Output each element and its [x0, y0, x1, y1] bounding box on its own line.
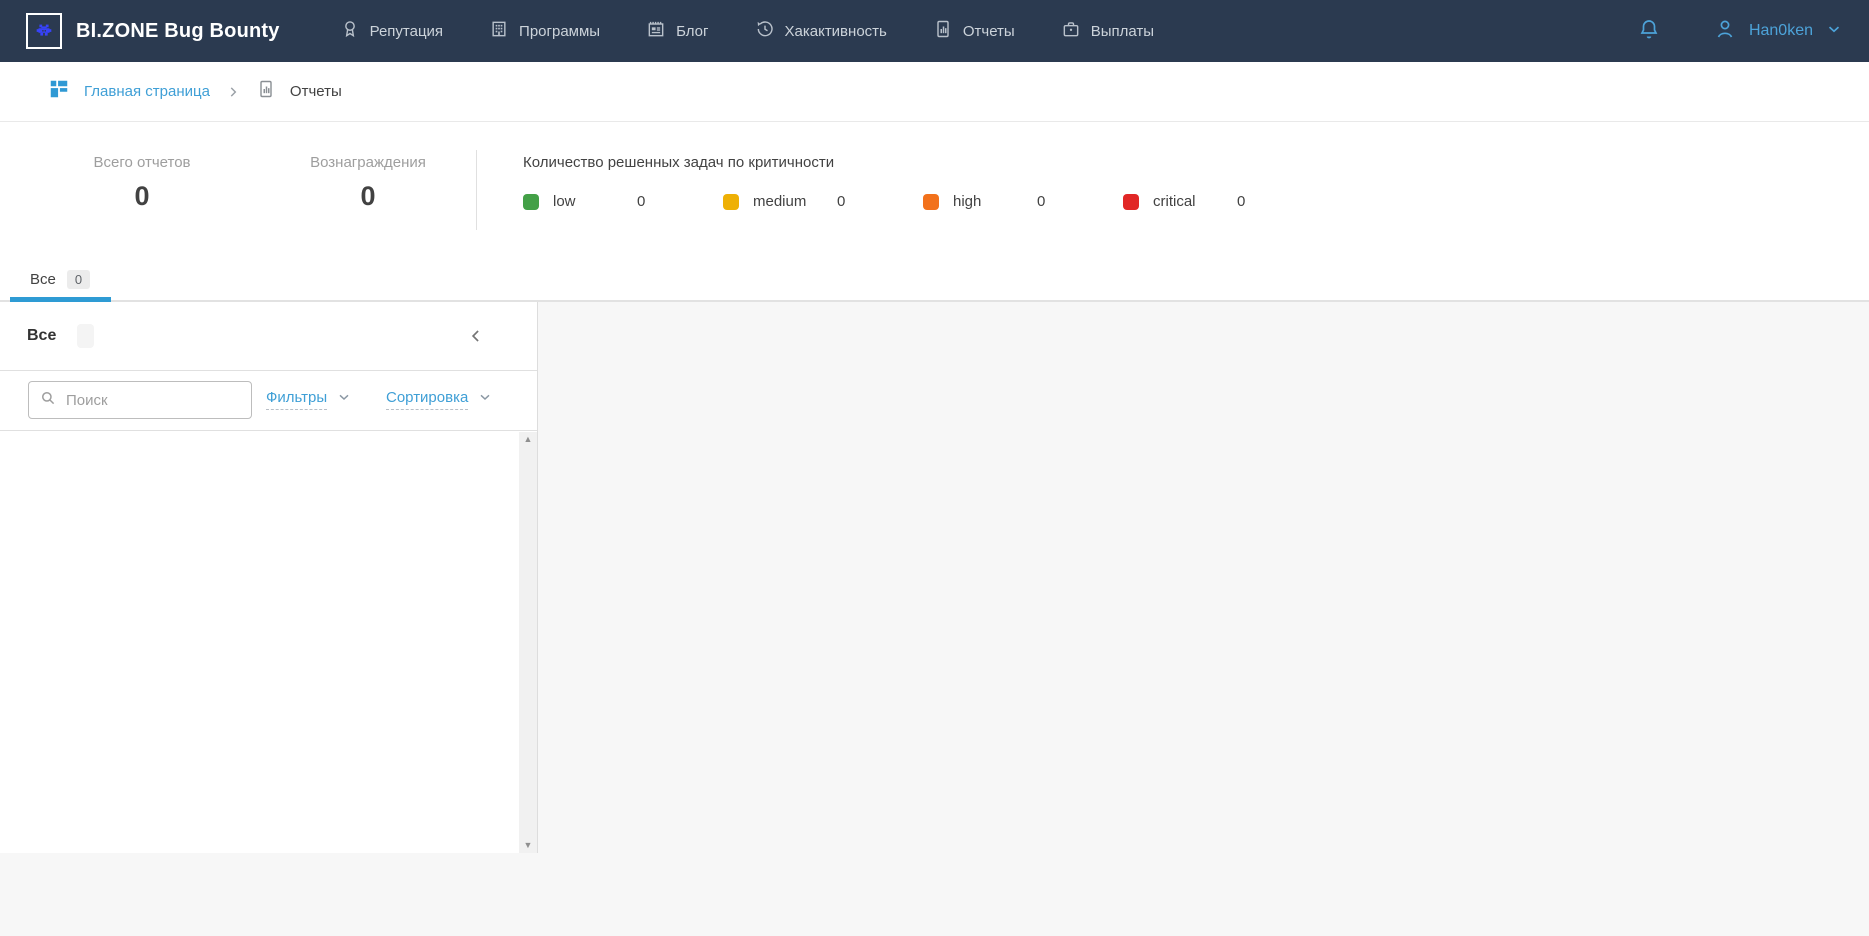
user-name: Han0ken: [1749, 22, 1813, 40]
report-doc-icon: [256, 79, 276, 104]
search-box: [28, 381, 252, 419]
nav-item-reputation[interactable]: Репутация: [340, 19, 443, 44]
legend-count: 0: [837, 193, 845, 210]
reports-tabstrip: Все 0: [0, 258, 1869, 302]
sort-label: Сортировка: [386, 389, 468, 410]
nav-label: Блог: [676, 23, 708, 40]
breadcrumb-current-label: Отчеты: [290, 83, 342, 100]
panel-header: Все: [0, 302, 537, 371]
user-icon: [1713, 17, 1737, 46]
nav-label: Выплаты: [1091, 23, 1154, 40]
breadcrumb-home-label: Главная страница: [84, 83, 210, 100]
nav-item-programs[interactable]: Программы: [489, 19, 600, 44]
briefcase-icon: [1061, 19, 1081, 44]
building-icon: [489, 19, 509, 44]
chevron-down-icon: [1825, 20, 1843, 43]
chevron-down-icon: [477, 389, 493, 410]
legend-item-critical: critical 0: [1123, 193, 1323, 210]
breadcrumb: Главная страница Отчеты: [0, 62, 1869, 122]
stat-label: Вознаграждения: [258, 154, 478, 171]
chevron-down-icon: [336, 389, 352, 410]
breadcrumb-home[interactable]: Главная страница: [48, 78, 210, 105]
report-icon: [933, 19, 953, 44]
history-icon: [755, 19, 775, 44]
main-nav: Репутация Программы: [340, 19, 1154, 44]
legend-item-high: high 0: [923, 193, 1123, 210]
legend-label: critical: [1153, 193, 1237, 210]
filters-label: Фильтры: [266, 389, 327, 410]
severity-legend: low 0 medium 0 high 0 critical 0: [523, 193, 1323, 210]
stats-section: Всего отчетов 0 Вознаграждения 0 Количес…: [0, 122, 1869, 258]
panel-count-badge: [77, 324, 94, 348]
legend-count: 0: [1037, 193, 1045, 210]
medal-icon: [340, 19, 360, 44]
sort-dropdown[interactable]: Сортировка: [386, 389, 493, 410]
low-swatch: [523, 194, 539, 210]
legend-item-low: low 0: [523, 193, 723, 210]
critical-swatch: [1123, 194, 1139, 210]
collapse-panel-button[interactable]: [466, 326, 486, 346]
blog-icon: [646, 19, 666, 44]
legend-label: medium: [753, 193, 837, 210]
tab-all-count-badge: 0: [67, 270, 90, 289]
stat-value: 0: [32, 181, 252, 212]
nav-item-payouts[interactable]: Выплаты: [1061, 19, 1154, 44]
legend-count: 0: [637, 193, 645, 210]
nav-label: Отчеты: [963, 23, 1015, 40]
panel-toolbar: Фильтры Сортировка: [0, 371, 537, 431]
severity-summary: Количество решенных задач по критичности…: [523, 154, 1323, 210]
top-navbar: BI.ZONE Bug Bounty Репутация: [0, 0, 1869, 62]
notifications-bell-icon[interactable]: [1637, 17, 1661, 46]
legend-item-medium: medium 0: [723, 193, 923, 210]
stat-total-reports: Всего отчетов 0: [32, 154, 252, 212]
tab-all-label: Все: [30, 271, 56, 288]
bizone-logo-icon: [26, 13, 62, 49]
legend-count: 0: [1237, 193, 1245, 210]
nav-item-blog[interactable]: Блог: [646, 19, 708, 44]
search-input[interactable]: [66, 392, 226, 409]
nav-item-hackactivity[interactable]: Хакактивность: [755, 19, 887, 44]
high-swatch: [923, 194, 939, 210]
nav-label: Хакактивность: [785, 23, 887, 40]
brand-title: BI.ZONE Bug Bounty: [76, 20, 280, 43]
search-icon: [39, 389, 57, 412]
navbar-right: Han0ken: [1637, 17, 1843, 46]
scroll-down-arrow[interactable]: ▼: [524, 841, 533, 850]
panel-title: Все: [27, 327, 56, 345]
reports-list: ▲ ▼: [0, 432, 537, 853]
scroll-up-arrow[interactable]: ▲: [524, 435, 533, 444]
vertical-scrollbar[interactable]: ▲ ▼: [519, 432, 537, 853]
nav-label: Репутация: [370, 23, 443, 40]
vertical-divider: [476, 150, 477, 230]
dashboard-tiles-icon: [48, 78, 70, 105]
stat-rewards: Вознаграждения 0: [258, 154, 478, 212]
medium-swatch: [723, 194, 739, 210]
severity-title: Количество решенных задач по критичности: [523, 154, 1323, 171]
stat-label: Всего отчетов: [32, 154, 252, 171]
user-menu[interactable]: Han0ken: [1713, 17, 1843, 46]
tab-all[interactable]: Все 0: [30, 258, 90, 300]
chevron-right-icon: [226, 85, 240, 99]
nav-item-reports[interactable]: Отчеты: [933, 19, 1015, 44]
stat-value: 0: [258, 181, 478, 212]
reports-list-panel: Все Фильтры Со: [0, 302, 538, 853]
breadcrumb-current: Отчеты: [256, 79, 342, 104]
legend-label: high: [953, 193, 1037, 210]
nav-label: Программы: [519, 23, 600, 40]
brand[interactable]: BI.ZONE Bug Bounty: [26, 13, 280, 49]
legend-label: low: [553, 193, 637, 210]
report-detail-area: [539, 302, 1869, 936]
filters-dropdown[interactable]: Фильтры: [266, 389, 352, 410]
